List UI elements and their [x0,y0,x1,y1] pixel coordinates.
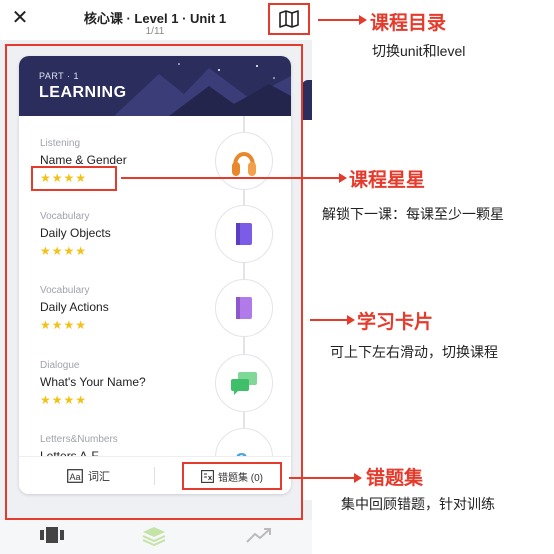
lesson-icon-circle[interactable] [215,354,273,412]
lesson-name: Daily Objects [40,226,111,240]
annotation-desc-stars: 解锁下一课：每课至少一颗星 [322,206,504,222]
lesson-stars: ★★★★ [40,318,88,332]
annotation-title-stars: 课程星星 [349,170,426,191]
lesson-category: Vocabulary [40,285,90,296]
annotation-title-directory: 课程目录 [370,13,447,34]
part-label: PART · 1 [39,71,80,81]
trend-nav-icon[interactable] [246,526,272,544]
lesson-icon-circle[interactable] [215,205,273,263]
annotation-arrow-mistakes [289,473,362,483]
annotation-title-mistakes: 错题集 [366,468,424,489]
lesson-name: Daily Actions [40,300,109,314]
lesson-category: Vocabulary [40,211,90,222]
card-header: PART · 1 LEARNING [19,56,291,116]
lesson-icon-circle[interactable] [215,132,273,190]
bottom-nav [0,520,312,554]
annotation-desc-mistakes: 集中回顾错题，针对训练 [341,496,495,512]
mistakes-label: 错题集 (0) [218,472,263,484]
learning-card[interactable]: PART · 1 LEARNING Listening Name & Gende… [19,56,291,494]
lesson-item[interactable]: Vocabulary Daily Actions ★★★★ [19,279,291,359]
page-title: 核心课 · Level 1 · Unit 1 [83,11,227,26]
annotation-desc-card: 可上下左右滑动，切换课程 [330,344,498,360]
lesson-icon-circle[interactable] [215,279,273,337]
card-footer: Aa 词汇 错题集 (0) [19,456,291,494]
svg-text:Aa: Aa [70,472,81,482]
open-book-icon [279,10,299,28]
lesson-stars: ★★★★ [40,244,88,258]
vocabulary-label: 词汇 [88,471,110,483]
stars-highlight [31,166,117,191]
lesson-stars: ★★★★ [40,393,88,407]
lesson-name: Name & Gender [40,153,127,167]
annotation-desc-directory: 切换unit和level [372,43,466,59]
close-button[interactable]: ✕ [9,7,31,29]
layers-nav-icon[interactable] [142,526,166,546]
mistakes-icon [201,469,214,483]
lesson-name: What's Your Name? [40,375,146,389]
lesson-category: Listening [40,138,81,149]
annotation-title-card: 学习卡片 [357,312,434,333]
annotation-arrow-card [310,315,355,325]
annotation-arrow-stars [121,173,347,183]
page-indicator: 1/11 [145,26,165,37]
book-icon [236,223,252,245]
app-screen: ✕ 核心课 · Level 1 · Unit 1 1/11 PART · 1 L… [0,0,312,554]
footer-divider [154,467,155,485]
lesson-item[interactable]: Vocabulary Daily Objects ★★★★ [19,205,291,285]
annotation-arrow-directory [318,15,367,25]
vocabulary-icon: Aa [67,469,83,483]
chat-bubbles-icon [231,372,257,395]
cards-nav-icon[interactable] [40,526,64,544]
lesson-item[interactable]: Dialogue What's Your Name? ★★★★ [19,354,291,434]
screenshot-root: ✕ 核心课 · Level 1 · Unit 1 1/11 PART · 1 L… [0,0,554,554]
vocabulary-button[interactable]: Aa 词汇 [67,468,110,484]
section-title: LEARNING [39,84,127,101]
top-bar: ✕ 核心课 · Level 1 · Unit 1 1/11 [0,0,312,40]
course-directory-button[interactable] [268,3,310,35]
mistakes-button[interactable]: 错题集 (0) [182,462,282,490]
lesson-category: Letters&Numbers [40,434,118,445]
headphones-icon [232,152,256,176]
book-icon [236,297,252,319]
lesson-category: Dialogue [40,360,80,371]
